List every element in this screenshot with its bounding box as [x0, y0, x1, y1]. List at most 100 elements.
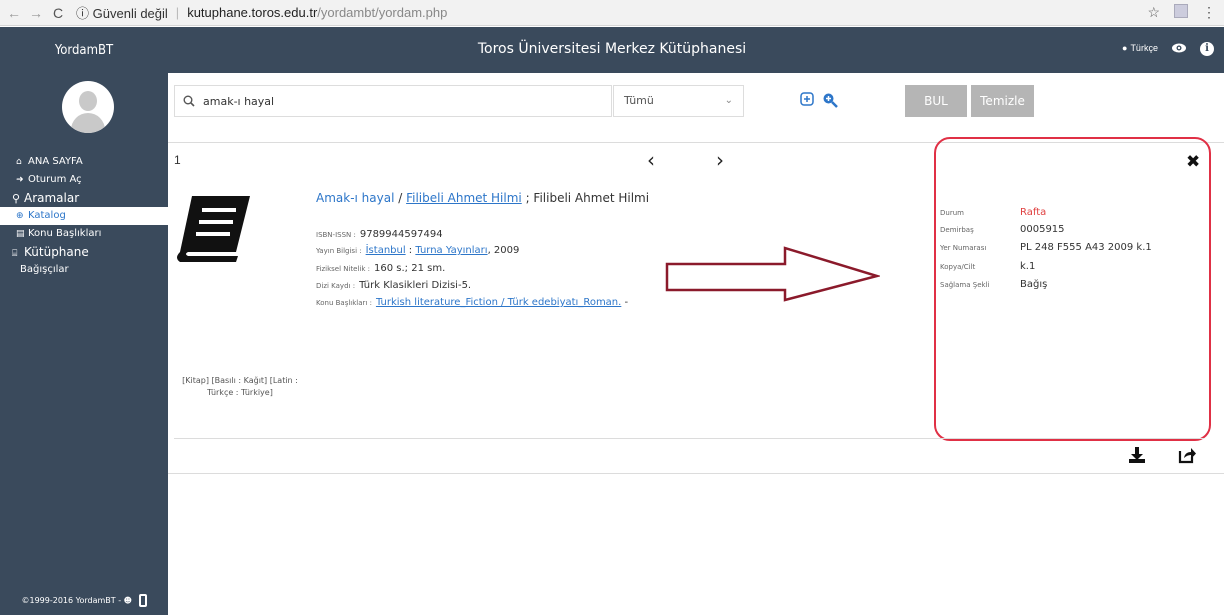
scope-select[interactable]: Tümü ⌄	[613, 85, 744, 117]
language-label: Türkçe	[1130, 43, 1158, 53]
security-label: Güvenli değil	[92, 6, 168, 21]
publisher-link[interactable]: Turna Yayınları	[415, 245, 487, 256]
url-path: /yordambt/yordam.php	[317, 5, 448, 20]
brand-logo[interactable]: YordamBT	[0, 27, 168, 73]
search-icon: ⚲	[12, 192, 21, 205]
book-icon	[177, 196, 250, 262]
holding-value: k.1	[1020, 261, 1036, 272]
page-number: 1	[174, 153, 181, 167]
plus-square-icon[interactable]	[800, 92, 814, 106]
mobile-icon[interactable]	[138, 594, 147, 607]
top-bar: YordamBT Toros Üniversitesi Merkez Kütüp…	[0, 27, 1224, 73]
list-icon: ▤	[16, 229, 25, 239]
field-value: , 2009	[487, 245, 520, 256]
sidebar-item-home[interactable]: ⌂ ANA SAYFA	[0, 153, 168, 171]
place-link[interactable]: İstanbul	[366, 245, 406, 256]
site-info[interactable]: ⓘ Güvenli değil	[76, 3, 168, 22]
back-arrow-icon[interactable]: ←	[6, 5, 22, 21]
record-details: Amak-ı hayal / Filibeli Ahmet Hilmi ; Fi…	[316, 191, 649, 308]
sidebar-item-catalog[interactable]: ⊕ Katalog	[0, 207, 168, 225]
subject-link[interactable]: Turkish literature_Fiction / Türk edebiy…	[376, 297, 621, 308]
field-label: Konu Başlıkları :	[316, 299, 372, 307]
users-icon[interactable]: ☻	[124, 596, 132, 605]
divider	[168, 473, 1224, 474]
sidebar-item-subjects[interactable]: ▤ Konu Başlıkları	[0, 225, 168, 243]
copyright-footer: ©1999-2016 YordamBT - ☻	[0, 594, 168, 607]
copyright-text: ©1999-2016 YordamBT -	[21, 596, 122, 605]
sidebar-item-donors[interactable]: Bağışçılar	[0, 261, 168, 279]
field-label: Yayın Bilgisi :	[316, 247, 362, 255]
search-input[interactable]	[203, 94, 583, 108]
sidebar-section-searches[interactable]: ⚲ Aramalar	[0, 189, 168, 207]
eye-icon[interactable]	[1172, 40, 1186, 56]
holding-value: 0005915	[1020, 224, 1065, 235]
divider: |	[175, 5, 180, 20]
browser-toolbar: ← → C ⓘ Güvenli değil | kutuphane.toros.…	[0, 0, 1224, 26]
forward-arrow-icon[interactable]: →	[28, 5, 44, 21]
field-label: Dizi Kaydı :	[316, 282, 356, 290]
sidebar-item-label: Konu Başlıkları	[28, 228, 102, 239]
publication-field: Yayın Bilgisi : İstanbul : Turna Yayınlar…	[316, 245, 519, 256]
clear-button[interactable]: Temizle	[971, 85, 1034, 117]
reload-icon[interactable]: C	[50, 5, 66, 21]
holding-key: Demirbaş	[940, 225, 974, 234]
zoom-in-icon[interactable]	[822, 92, 838, 108]
star-icon[interactable]: ☆	[1147, 4, 1160, 21]
menu-dots-icon[interactable]: ⋮	[1202, 4, 1216, 21]
sidebar-item-label: Katalog	[28, 210, 66, 221]
holding-value: PL 248 F555 A43 2009 k.1	[1020, 242, 1152, 253]
field-label: Fiziksel Nitelik :	[316, 265, 371, 273]
search-icon	[183, 95, 195, 107]
holding-row: Sağlama Şekli Bağış	[940, 274, 1047, 293]
title-link[interactable]: Amak-ı hayal	[316, 191, 394, 205]
physical-field: Fiziksel Nitelik :160 s.; 21 sm.	[316, 263, 445, 274]
format-info: [Kitap] [Basılı : Kağıt] [Latin : Türkçe…	[180, 375, 300, 399]
address-bar[interactable]: kutuphane.toros.edu.tr/yordambt/yordam.p…	[187, 5, 447, 20]
globe-icon: ●	[1122, 43, 1128, 53]
extension-icon[interactable]	[1174, 4, 1188, 18]
title-separator: /	[394, 191, 407, 205]
holding-key: Kopya/Cilt	[940, 262, 976, 271]
author-link[interactable]: Filibeli Ahmet Hilmi	[406, 191, 522, 205]
holding-key: Durum	[940, 208, 964, 217]
sidebar-item-login[interactable]: ➜ Oturum Aç	[0, 171, 168, 189]
format-line: [Kitap] [Basılı : Kağıt] [Latin :	[182, 376, 298, 385]
isbn-field: ISBN-ISSN :9789944597494	[316, 229, 443, 240]
find-button[interactable]: BUL	[905, 85, 967, 117]
field-separator: :	[405, 245, 416, 256]
chevron-down-icon: ⌄	[724, 95, 733, 106]
sign-in-icon: ➜	[16, 175, 24, 185]
sidebar-menu: ⌂ ANA SAYFA ➜ Oturum Aç ⚲ Aramalar ⊕ Katalog…	[0, 153, 168, 279]
field-value: -	[621, 297, 629, 308]
sidebar-item-label: Oturum Aç	[28, 174, 82, 185]
holding-row: Demirbaş 0005915	[940, 219, 1065, 238]
sidebar: ⌂ ANA SAYFA ➜ Oturum Aç ⚲ Aramalar ⊕ Katalog…	[0, 73, 168, 615]
format-line: Türkçe : Türkiye]	[207, 388, 273, 397]
page-title: Toros Üniversitesi Merkez Kütüphanesi	[477, 41, 747, 57]
sidebar-section-library[interactable]: ⌸ Kütüphane	[0, 243, 168, 261]
share-icon[interactable]	[1178, 446, 1196, 464]
field-label: ISBN-ISSN :	[316, 231, 356, 239]
prev-page-icon[interactable]: ‹	[647, 148, 655, 172]
language-selector[interactable]: ● Türkçe	[1122, 43, 1158, 53]
sidebar-item-label: Aramalar	[24, 191, 80, 205]
search-tools	[800, 92, 838, 108]
avatar[interactable]	[62, 81, 114, 133]
holding-key: Sağlama Şekli	[940, 280, 990, 289]
series-field: Dizi Kaydı : Türk Klasikleri Dizisi-5.	[316, 280, 471, 291]
holding-row: Kopya/Cilt k.1	[940, 256, 1035, 275]
download-icon[interactable]	[1128, 446, 1146, 464]
sidebar-item-label: Bağışçılar	[20, 264, 69, 275]
next-page-icon[interactable]: ›	[716, 148, 724, 172]
field-value: 9789944597494	[359, 229, 443, 240]
author-text: ; Filibeli Ahmet Hilmi	[521, 191, 650, 205]
info-icon: ⓘ	[76, 6, 90, 21]
subject-field: Konu Başlıkları : Turkish literature_Fict…	[316, 297, 628, 308]
record-title: Amak-ı hayal / Filibeli Ahmet Hilmi ; Fi…	[316, 191, 649, 205]
close-icon[interactable]: ✖	[1186, 152, 1200, 172]
info-icon[interactable]: i	[1200, 42, 1214, 56]
url-host: kutuphane.toros.edu.tr	[187, 5, 318, 20]
zoom-in-icon: ⊕	[16, 211, 24, 221]
search-box[interactable]	[174, 85, 612, 117]
sidebar-item-label: ANA SAYFA	[28, 156, 83, 167]
